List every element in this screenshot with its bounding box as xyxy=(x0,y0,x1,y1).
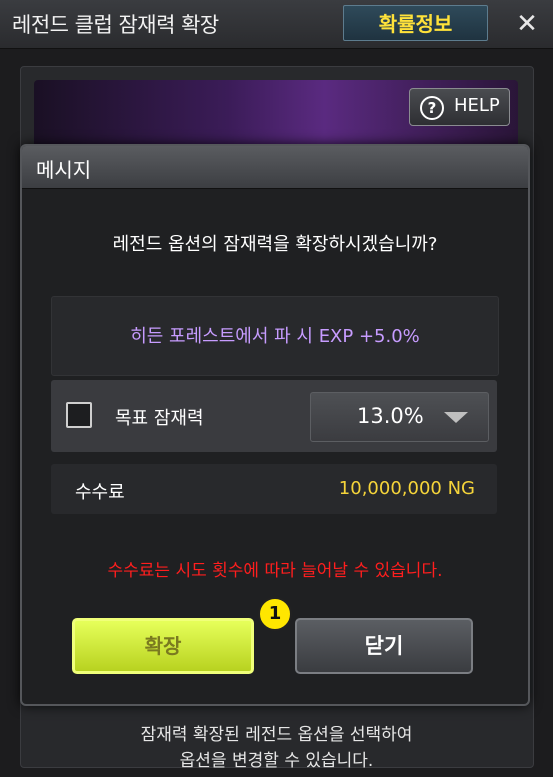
footer-description: 잠재력 확장된 레전드 옵션을 선택하여 옵션을 변경할 수 있습니다. xyxy=(0,722,553,774)
legend-option-text: 히든 포레스트에서 파 시 EXP +5.0% xyxy=(130,326,420,347)
expand-button[interactable]: 확장 xyxy=(72,618,254,674)
fee-warning: 수수료는 시도 횟수에 따라 늘어날 수 있습니다. xyxy=(107,561,443,581)
close-icon[interactable]: ✕ xyxy=(511,8,543,40)
fee-value: 10,000,000 NG xyxy=(338,478,475,499)
message-dialog: 메시지 레전드 옵션의 잠재력을 확장하시겠습니까? 히든 포레스트에서 파 시… xyxy=(20,144,530,706)
dialog-header: 메시지 xyxy=(22,146,528,189)
target-potential-value: 13.0% xyxy=(357,404,424,428)
fee-label: 수수료 xyxy=(75,482,125,503)
target-potential-label: 목표 잠재력 xyxy=(115,408,204,429)
option-box: 히든 포레스트에서 파 시 EXP +5.0% xyxy=(51,296,499,376)
close-button[interactable]: 닫기 xyxy=(295,618,473,674)
dialog-title: 메시지 xyxy=(36,158,92,182)
window-title: 레전드 클럽 잠재력 확장 xyxy=(12,13,219,37)
target-potential-checkbox[interactable] xyxy=(66,402,92,428)
title-bar: 레전드 클럽 잠재력 확장 확률정보 ✕ xyxy=(0,0,553,49)
footer-line-1: 잠재력 확장된 레전드 옵션을 선택하여 xyxy=(140,725,413,745)
footer-line-2: 옵션을 변경할 수 있습니다. xyxy=(179,751,374,771)
chevron-down-icon xyxy=(444,412,468,423)
probability-info-button[interactable]: 확률정보 xyxy=(343,5,488,41)
target-potential-dropdown[interactable]: 13.0% xyxy=(310,392,489,442)
help-label: HELP xyxy=(454,95,500,116)
target-potential-row: 목표 잠재력 13.0% xyxy=(51,380,497,452)
question-mark-icon: ? xyxy=(420,96,444,120)
confirm-question: 레전드 옵션의 잠재력을 확장하시겠습니까? xyxy=(112,234,438,255)
fee-row: 수수료 10,000,000 NG xyxy=(51,464,497,514)
step-badge: 1 xyxy=(258,597,292,631)
help-button[interactable]: ? HELP xyxy=(409,88,510,126)
